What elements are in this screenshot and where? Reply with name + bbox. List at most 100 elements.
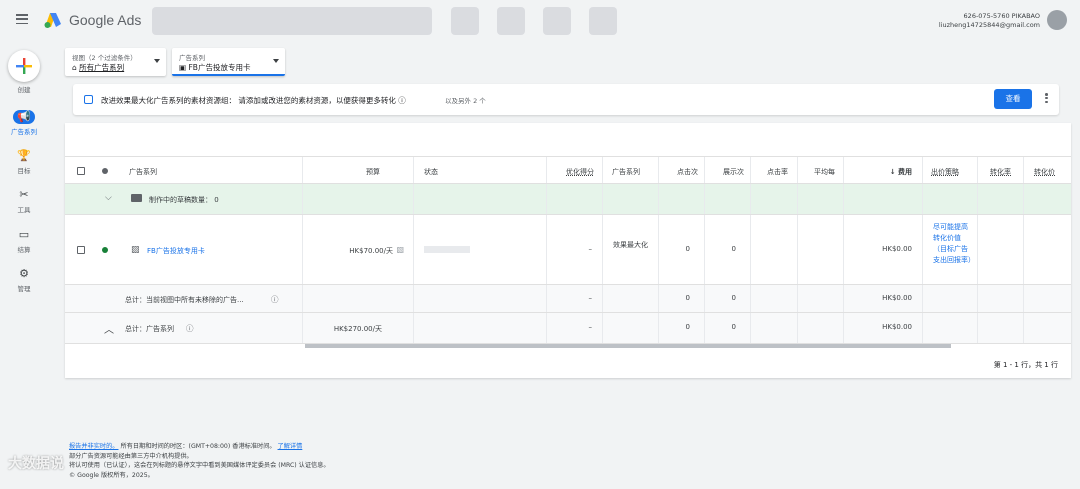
tv-convvalue-cell [1024,285,1071,312]
ta-status-cell [414,313,547,343]
footer: 报告并非实时的。 所有日期和时间的时区：(GMT+08:00) 香港标准时间。 … [69,442,330,480]
header-ctr[interactable]: 点击率 [767,167,788,177]
nav-label: 工具 [17,206,31,214]
chevron-down-icon[interactable]: ⌵ [105,193,112,203]
view-filter-caption: 视图（2 个过滤条件） [72,54,137,62]
account-id: 626-075-5760 PIKABAO [963,12,1040,20]
header-status-cell: 状态 [414,157,547,183]
create-button[interactable] [8,50,40,82]
header-convvalue-cell: 转化价 [1024,157,1071,183]
ta-cost-cell: HK$0.00 [844,313,923,343]
footer-line-2: 部分广告资源可能经由第三方中介机构提供。 [69,452,193,460]
campaign-budget[interactable]: HK$70.00/天 [349,246,393,256]
trophy-icon: 🏆 [17,149,31,162]
header-campaign-type[interactable]: 广告系列 [612,167,640,177]
help-icon[interactable]: ⓘ [186,323,194,334]
report-not-realtime-link[interactable]: 报告并非实时的。 [69,443,119,450]
bid-strategy-link[interactable]: 尽可能提高转化价值（目标广告支出回报率） [933,222,975,266]
asset-icon [84,95,93,104]
account-info[interactable]: 626-075-5760 PIKABAO liuzheng14725844@gm… [939,12,1040,30]
draft-budget-cell [303,184,414,214]
ta-bid-cell [923,313,978,343]
header-conv-rate[interactable]: 转化率 [990,167,1011,177]
campaign-ctr-cell [751,215,798,284]
header-bid-strategy[interactable]: 出价策略 [931,167,959,177]
avatar[interactable] [1047,10,1067,30]
chart-icon[interactable]: ▧ [396,245,404,254]
header-clicks-cell: 点击次 [659,157,705,183]
select-all-checkbox[interactable] [77,167,85,175]
left-nav: 创建 📢 广告系列 🏆 目标 ✂ 工具 ▭ 结算 ⚙ 管理 [0,42,48,489]
more-vert-icon[interactable] [1045,93,1049,105]
tv-clicks-cell: 0 [659,285,705,312]
nav-label: 目标 [17,167,31,175]
toolbar-button-3[interactable] [543,7,571,35]
nav-item-admin[interactable]: ⚙ 管理 [0,267,48,293]
draft-status-cell [414,184,547,214]
total-all-label-cell: ︿ 总计：广告系列 ⓘ [65,313,303,343]
header-clicks[interactable]: 点击次 [677,167,698,177]
app-name: Google Ads [69,12,142,28]
tv-impressions: 0 [731,294,736,302]
draft-label: 制作中的草稿数量： [149,196,212,204]
gear-icon: ⚙ [19,267,29,280]
tv-status-cell [414,285,547,312]
row-checkbox[interactable] [77,246,85,254]
total-all-row: ︿ 总计：广告系列 ⓘ HK$270.00/天 – 0 0 HK$0.00 [65,313,1071,344]
megaphone-icon: 📢 [13,110,35,124]
header-opt-score[interactable]: 优化得分 [566,167,594,177]
ta-budget-cell: HK$270.00/天 [303,313,414,343]
google-ads-logo-icon [44,13,61,28]
tv-cost-cell: HK$0.00 [844,285,923,312]
header-impressions[interactable]: 展示次 [723,167,744,177]
draft-count: 0 [214,196,219,204]
draft-opt-cell [547,184,603,214]
menu-icon[interactable] [16,14,28,25]
view-filter-value: 所有广告系列 [79,63,125,72]
toolbar-button-2[interactable] [497,7,525,35]
ta-clicks: 0 [685,323,690,331]
nav-item-billing[interactable]: ▭ 结算 [0,228,48,254]
header-campaign-cell: 广告系列 [65,157,303,183]
card-icon: ▭ [18,228,30,241]
draft-row: ⌵ 制作中的草稿数量： 0 [65,184,1071,215]
draft-impr-cell [705,184,751,214]
search-bar[interactable] [152,7,432,35]
header-budget[interactable]: 预算 [366,167,380,177]
header-bid-cell: 出价策略 [923,157,978,183]
ta-budget: HK$270.00/天 [333,325,382,333]
draft-type-cell [603,184,659,214]
header-ctr-cell: 点击率 [751,157,798,183]
learn-more-link[interactable]: 了解详情 [278,443,303,450]
help-icon[interactable]: ⓘ [271,294,279,305]
nav-item-campaigns[interactable]: 📢 广告系列 [0,110,48,136]
status-enabled-dot[interactable] [102,247,108,253]
ta-cpc-cell [798,313,844,343]
tv-cpc-cell [798,285,844,312]
campaign-name-link[interactable]: FB广告投放专用卡 [147,246,205,256]
view-filter-value-wrap: ⌂ 所有广告系列 [72,62,124,73]
nav-item-tools[interactable]: ✂ 工具 [0,188,48,214]
header-status[interactable]: 状态 [424,167,438,177]
header-cost[interactable]: ↓ 费用 [890,167,912,177]
header-avg-cpc[interactable]: 平均每 [814,167,835,177]
view-button[interactable]: 查看 [994,89,1032,109]
tv-impr-cell: 0 [705,285,751,312]
view-filter-dropdown[interactable]: 视图（2 个过滤条件） ⌂ 所有广告系列 [65,48,166,76]
nav-item-goals[interactable]: 🏆 目标 [0,149,48,175]
campaign-filter-dropdown[interactable]: 广告系列 ▣ FB广告投放专用卡 [172,48,285,76]
toolbar-button-1[interactable] [451,7,479,35]
header-conv-value[interactable]: 转化价 [1034,167,1055,177]
chevron-up-icon[interactable]: ︿ [104,321,114,336]
toolbar-button-4[interactable] [589,7,617,35]
ta-opt-cell: – [547,313,603,343]
header-campaign[interactable]: 广告系列 [129,167,157,177]
campaign-status-cell [414,215,547,284]
campaign-budget-cell: HK$70.00/天 ▧ [303,215,414,284]
recommendation-banner: 改进效果最大化广告系列的素材资源组： 请添加或改进您的素材资源，以便获得更多转化… [73,84,1059,115]
horizontal-scrollbar[interactable] [305,344,951,348]
status-dot-header [102,168,108,174]
draft-cell: ⌵ 制作中的草稿数量： 0 [65,184,303,214]
draft-convrate-cell [978,184,1024,214]
tv-bid-cell [923,285,978,312]
